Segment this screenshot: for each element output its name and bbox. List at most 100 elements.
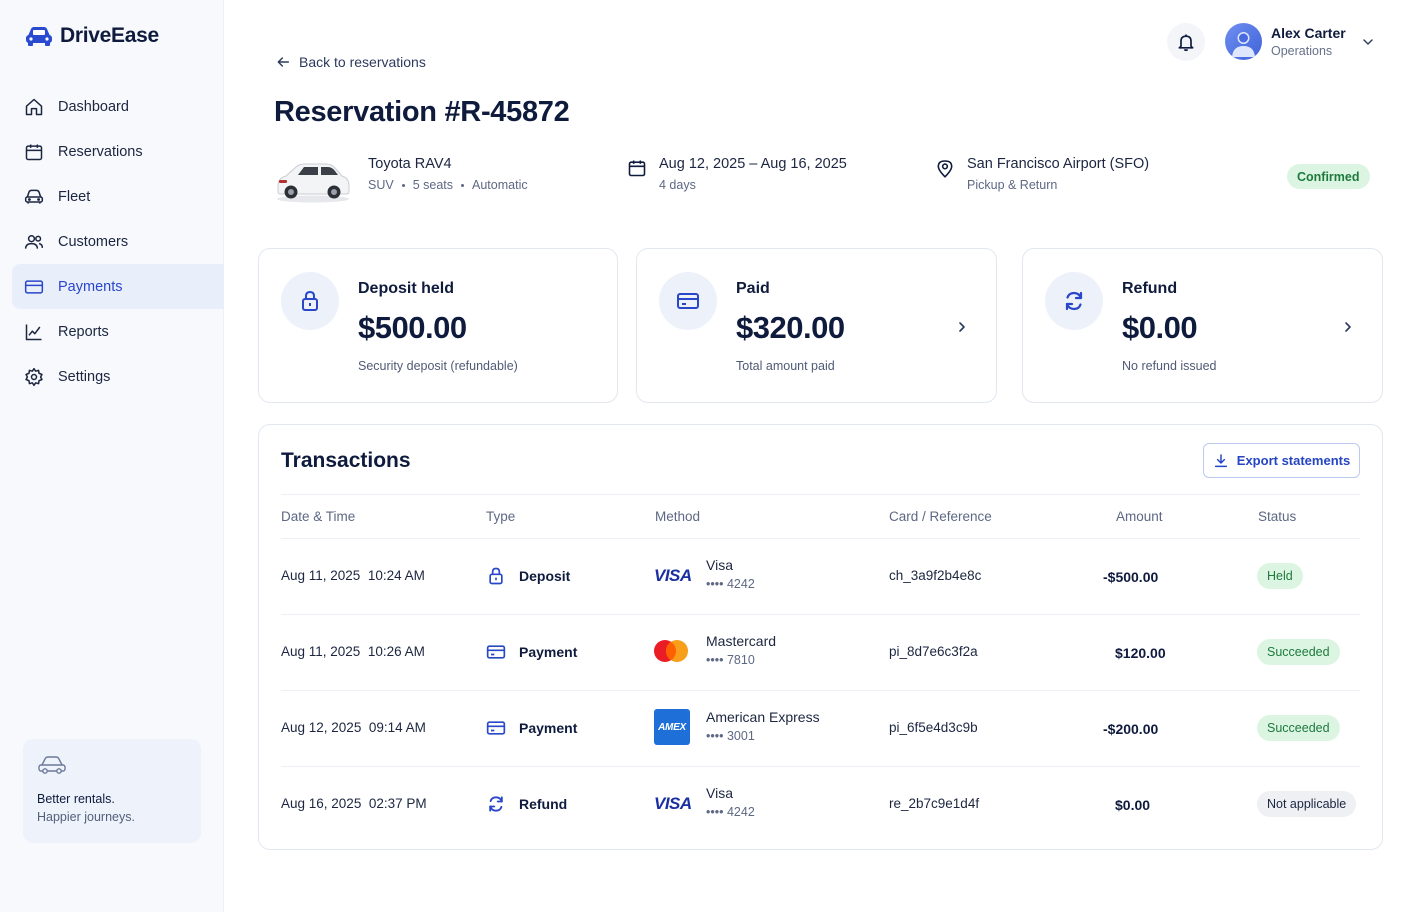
transaction-reference[interactable]: ch_3a9f2b4e8c [889,568,981,583]
location-detail: Pickup & Return [967,178,1058,192]
dates-summary: Aug 12, 2025 – Aug 16, 2025 4 days [659,156,847,192]
vehicle-class: SUV [368,178,394,192]
bell-icon [1178,34,1194,52]
export-statements-button[interactable]: Export statements [1203,443,1360,478]
credit-card-icon [677,293,699,309]
promo-title: Better rentals. [37,792,115,806]
payment-method: American Express •••• 3001 [706,709,820,743]
sidebar-item-payments[interactable]: Payments [12,264,224,309]
sidebar-item-settings[interactable]: Settings [12,354,224,399]
visa-logo-icon: VISA [654,794,692,813]
car-logo-icon [26,27,52,46]
transaction-type: Payment [519,644,578,660]
transaction-date: Aug 11, 2025 10:26 AM [281,644,425,659]
table-row[interactable]: Aug 12, 2025 09:14 AM Payment AMEX Ameri… [259,690,1384,766]
separator-dot [401,184,405,188]
chart-icon [25,324,42,340]
card-amount: $500.00 [358,310,467,345]
car-outline-icon [38,756,66,774]
status-badge: Succeeded [1257,715,1340,741]
card-last4: •••• 7810 [706,653,755,667]
method-name: Visa [706,785,733,801]
user-role: Operations [1271,44,1333,58]
location-name: San Francisco Airport (SFO) [967,156,1150,172]
divider [281,494,1360,495]
users-icon [24,234,44,249]
time: 10:26 AM [367,644,425,659]
brand-logo[interactable]: DriveEase [24,24,159,48]
date: Aug 12, 2025 [281,720,362,735]
map-pin-icon [937,160,953,178]
card-note: Security deposit (refundable) [358,359,518,373]
card-note: Total amount paid [736,359,835,373]
vehicle-thumbnail [277,163,350,203]
card-icon-wrap [281,272,339,330]
vehicle-transmission: Automatic [472,178,528,192]
sidebar-item-dashboard[interactable]: Dashboard [12,84,224,129]
lock-icon [302,290,318,311]
vehicle-details: SUV 5 seats Automatic [368,178,528,192]
back-link[interactable]: Back to reservations [275,54,426,70]
date: Aug 11, 2025 [281,568,361,583]
transaction-type: Payment [519,720,578,736]
transaction-reference[interactable]: pi_8d7e6c3f2a [889,644,978,659]
payment-method: Visa •••• 4242 [706,785,755,819]
time: 09:14 AM [368,720,426,735]
payment-method: Mastercard •••• 7810 [706,633,776,667]
transaction-amount: -$500.00 [1103,569,1159,585]
paid-card[interactable]: Paid $320.00 Total amount paid [636,248,997,403]
sidebar-item-label: Fleet [58,188,91,205]
transaction-amount: $0.00 [1115,797,1151,813]
column-header-amount: Amount [1116,509,1163,524]
chevron-down-icon[interactable] [1360,34,1376,50]
card-last4: •••• 4242 [706,805,755,819]
column-header-date: Date & Time [281,509,356,524]
sidebar-item-fleet[interactable]: Fleet [12,174,224,219]
transaction-reference[interactable]: pi_6f5e4d3c9b [889,720,978,735]
time: 02:37 PM [368,796,427,811]
transactions-title: Transactions [281,449,411,472]
time: 10:24 AM [367,568,425,583]
sidebar-item-customers[interactable]: Customers [12,219,224,264]
column-header-method: Method [655,509,701,524]
method-name: Visa [706,557,733,573]
lock-icon [489,567,503,585]
refund-card[interactable]: Refund $0.00 No refund issued [1022,248,1383,403]
card-title: Refund [1122,280,1178,297]
transaction-type: Refund [519,796,568,812]
column-header-type: Type [486,509,516,524]
table-row[interactable]: Aug 16, 2025 02:37 PM Refund VISA Visa •… [259,766,1384,842]
chevron-right-icon[interactable] [1340,319,1356,335]
vehicle-name: Toyota RAV4 [368,156,452,172]
card-amount: $0.00 [1122,310,1198,345]
transaction-reference[interactable]: re_2b7c9e1d4f [889,796,979,811]
notifications-button[interactable] [1167,23,1205,61]
status-badge: Held [1257,563,1303,589]
table-row[interactable]: Aug 11, 2025 10:26 AM Payment Mastercard… [259,614,1384,690]
card-last4: •••• 4242 [706,577,755,591]
avatar[interactable] [1225,23,1262,60]
sidebar-item-label: Reports [58,323,109,340]
table-row[interactable]: Aug 11, 2025 10:24 AM Deposit VISA Visa … [259,538,1384,614]
mastercard-logo-icon [654,640,688,662]
location-summary: San Francisco Airport (SFO) Pickup & Ret… [967,156,1149,192]
chevron-right-icon[interactable] [954,319,970,335]
transaction-amount: $120.00 [1115,645,1166,661]
sidebar-item-reservations[interactable]: Reservations [12,129,224,174]
export-label: Export statements [1236,453,1351,468]
promo-subtitle: Happier journeys. [37,810,135,824]
download-icon [1214,453,1227,467]
sidebar-item-label: Settings [58,368,111,385]
payment-method: Visa •••• 4242 [706,557,755,591]
sidebar-item-reports[interactable]: Reports [12,309,224,354]
credit-card-icon [24,279,44,294]
amex-logo-icon: AMEX [654,709,690,745]
card-last4: •••• 3001 [706,729,755,743]
card-title: Deposit held [358,280,455,297]
user-name[interactable]: Alex Carter [1271,25,1346,41]
credit-card-icon [486,721,506,735]
date: Aug 11, 2025 [281,644,361,659]
transaction-date: Aug 12, 2025 09:14 AM [281,720,426,735]
transaction-amount: -$200.00 [1103,721,1159,737]
card-icon-wrap [1045,272,1103,330]
